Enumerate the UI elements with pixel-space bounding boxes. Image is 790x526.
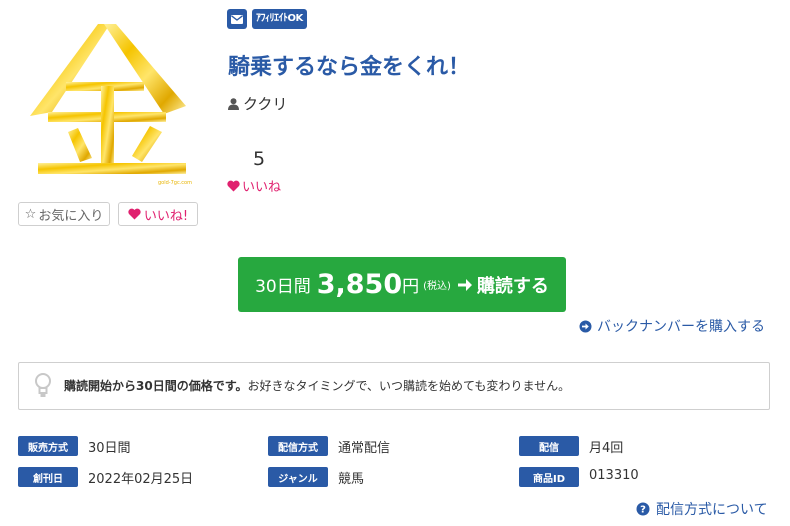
delivery-type-value: 通常配信 (338, 441, 391, 456)
mail-badge (227, 9, 247, 29)
sale-type-value: 30日間 (88, 441, 131, 456)
price-info-text: 購読開始から30日間の価格です。お好きなタイミングで、いつ購読を始めても変わりま… (64, 379, 571, 393)
lightbulb-icon (34, 373, 52, 403)
backnumber-link[interactable]: バックナンバーを購入する (579, 316, 765, 336)
like-count: 5 (253, 148, 266, 170)
like-button[interactable]: いいね! (118, 202, 198, 226)
mail-icon (231, 14, 243, 24)
like-count-label: いいね (227, 176, 281, 195)
cover-watermark: gold-7gc.com (158, 180, 192, 186)
favorite-button[interactable]: ☆ お気に入り (18, 202, 110, 226)
subscribe-price: 3,850 (316, 269, 403, 300)
user-icon (228, 97, 239, 110)
author-name: ククリ (243, 95, 288, 113)
delivery-type-label: 配信方式 (268, 436, 328, 456)
subscribe-tax-note: (税込) (423, 281, 451, 292)
question-circle-icon: ? (636, 502, 650, 516)
product-id-label: 商品ID (519, 467, 579, 487)
subscribe-button[interactable]: 30日間 3,850 円 (税込) 購読する (238, 257, 566, 312)
affiliate-ok-badge: ｱﾌｨﾘｴｲﾄOK (252, 9, 307, 29)
svg-text:?: ? (640, 505, 646, 516)
about-delivery-link[interactable]: ? 配信方式について (636, 499, 768, 519)
heart-icon (128, 208, 141, 220)
genre-value[interactable]: 競馬 (338, 468, 364, 487)
genre-label: ジャンル (268, 467, 328, 487)
delivery-frequency-value: 月4回 (589, 441, 624, 456)
subscribe-currency: 円 (402, 277, 420, 297)
product-id-value: 013310 (589, 468, 639, 483)
page-title[interactable]: 騎乗するなら金をくれ！ (228, 49, 470, 81)
like-button-label: いいね! (143, 208, 189, 224)
founded-date-value: 2022年02月25日 (88, 472, 194, 487)
arrow-right-icon (457, 278, 472, 291)
favorite-button-label: お気に入り (38, 208, 104, 224)
subscribe-period: 30日間 (255, 277, 311, 297)
magazine-cover-image: gold-7gc.com (18, 20, 208, 195)
founded-date-label: 創刊日 (18, 467, 78, 487)
author-link[interactable]: ククリ (228, 93, 287, 114)
delivery-frequency-label: 配信 (519, 436, 579, 456)
heart-icon (227, 180, 240, 191)
subscribe-label: 購読する (476, 275, 549, 297)
sale-type-label: 販売方式 (18, 436, 78, 456)
star-outline-icon: ☆ (24, 206, 37, 222)
circle-arrow-right-icon (579, 320, 592, 332)
